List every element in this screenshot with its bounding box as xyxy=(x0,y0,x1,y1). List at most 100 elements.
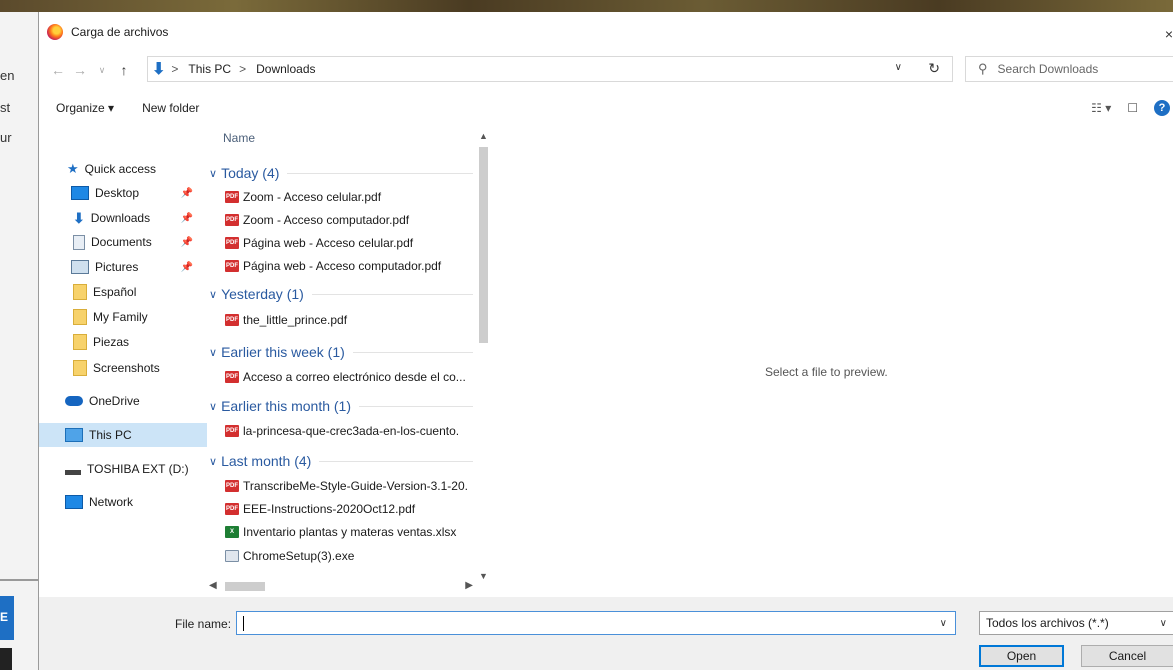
breadcrumb-downloads[interactable]: Downloads xyxy=(256,62,315,76)
up-arrow-icon[interactable]: ↑ xyxy=(113,62,135,78)
nav-item-downloads[interactable]: ⬇ Downloads 📌 xyxy=(39,206,207,230)
file-name: Zoom - Acceso computador.pdf xyxy=(243,213,410,227)
documents-icon xyxy=(73,234,85,250)
chevron-down-icon[interactable]: ∨ xyxy=(895,62,902,73)
nav-item-my-family[interactable]: My Family xyxy=(39,305,207,329)
scroll-right-icon[interactable]: ▶ xyxy=(465,580,473,591)
help-icon[interactable]: ? xyxy=(1154,100,1170,116)
group-header-last-month[interactable]: ∨ Last month (4) xyxy=(209,449,473,473)
list-item[interactable]: PDF Página web - Acceso celular.pdf xyxy=(225,232,475,254)
chevron-down-icon: ∨ xyxy=(209,455,218,468)
address-row: ← → ∨ ↑ ⬇ > This PC > Downloads ∨ ↻ ⚲ Se… xyxy=(39,56,1173,84)
list-item[interactable]: ChromeSetup(3).exe xyxy=(225,545,475,567)
list-item[interactable]: PDF TranscribeMe-Style-Guide-Version-3.1-… xyxy=(225,475,475,497)
toolbar: Organize ▾ New folder ☷ ▾ ☐ ? xyxy=(39,94,1173,122)
nav-item-screenshots[interactable]: Screenshots xyxy=(39,356,207,380)
list-item[interactable]: PDF Acceso a correo electrónico desde el … xyxy=(225,366,475,388)
nav-item-label: Screenshots xyxy=(93,361,160,375)
bottom-bar: File name: ∨ Todos los archivos (*.*) ∨ … xyxy=(39,597,1173,670)
address-bar[interactable]: ⬇ > This PC > Downloads ∨ ↻ xyxy=(147,56,953,82)
nav-item-label: TOSHIBA EXT (D:) xyxy=(87,462,189,476)
list-item[interactable]: PDF Zoom - Acceso computador.pdf xyxy=(225,209,475,231)
text-caret xyxy=(243,616,244,631)
nav-item-documents[interactable]: Documents 📌 xyxy=(39,230,207,254)
chevron-down-icon: ∨ xyxy=(209,346,218,359)
back-arrow-icon[interactable]: ← xyxy=(47,62,69,78)
downloads-icon: ⬇ xyxy=(152,61,166,78)
recent-chevron-icon[interactable]: ∨ xyxy=(91,65,113,76)
pin-icon[interactable]: 📌 xyxy=(181,213,193,224)
scroll-thumb[interactable] xyxy=(225,582,265,591)
nav-item-toshiba-drive[interactable]: TOSHIBA EXT (D:) xyxy=(39,457,207,481)
file-name: Inventario plantas y materas ventas.xlsx xyxy=(243,525,457,539)
file-type-select[interactable]: Todos los archivos (*.*) ∨ xyxy=(979,611,1173,635)
refresh-icon[interactable]: ↻ xyxy=(928,60,940,77)
pdf-icon: PDF xyxy=(225,260,239,272)
pin-icon[interactable]: 📌 xyxy=(181,188,193,199)
nav-item-onedrive[interactable]: OneDrive xyxy=(39,389,207,413)
pin-icon[interactable]: 📌 xyxy=(181,262,193,273)
list-item[interactable]: X Inventario plantas y materas ventas.xls… xyxy=(225,521,475,543)
group-header-earlier-this-month[interactable]: ∨ Earlier this month (1) xyxy=(209,394,473,418)
list-item[interactable]: PDF la-princesa-que-crec3ada-en-los-cuent… xyxy=(225,420,475,442)
open-button-label: Open xyxy=(1006,649,1037,663)
pdf-icon: PDF xyxy=(225,214,239,226)
breadcrumb-separator: > xyxy=(171,62,179,76)
folder-icon xyxy=(73,334,87,350)
scroll-left-icon[interactable]: ◀ xyxy=(209,580,217,591)
close-icon[interactable]: × xyxy=(1165,26,1173,42)
installer-icon xyxy=(225,550,239,562)
nav-item-label: Documents xyxy=(91,235,152,249)
horizontal-scrollbar[interactable]: ◀ ▶ xyxy=(207,578,475,595)
view-controls: ☷ ▾ ☐ ? xyxy=(1091,100,1170,116)
search-input[interactable]: ⚲ Search Downloads xyxy=(965,56,1173,82)
nav-item-desktop[interactable]: Desktop 📌 xyxy=(39,181,207,205)
list-item[interactable]: PDF Zoom - Acceso celular.pdf xyxy=(225,186,475,208)
folder-icon xyxy=(73,284,87,300)
pdf-icon: PDF xyxy=(225,314,239,326)
nav-item-label: Desktop xyxy=(95,186,140,200)
group-header-today[interactable]: ∨ Today (4) xyxy=(209,161,473,185)
group-name: Earlier this week (1) xyxy=(221,344,345,360)
nav-item-label: Network xyxy=(89,495,134,509)
pdf-icon: PDF xyxy=(225,425,239,437)
group-header-earlier-this-week[interactable]: ∨ Earlier this week (1) xyxy=(209,340,473,364)
preview-pane-icon[interactable]: ☐ xyxy=(1127,101,1138,115)
open-button[interactable]: Open xyxy=(979,645,1064,667)
nav-item-quick-access[interactable]: ★ Quick access xyxy=(39,157,207,181)
computer-icon xyxy=(65,428,83,442)
list-item[interactable]: PDF Página web - Acceso computador.pdf xyxy=(225,255,475,277)
file-name-input[interactable]: ∨ xyxy=(236,611,956,635)
file-list: Name ∨ Today (4) PDF Zoom - Acceso celula… xyxy=(207,129,479,597)
new-folder-button[interactable]: New folder xyxy=(142,101,199,115)
scroll-thumb[interactable] xyxy=(479,147,488,343)
desktop-icon xyxy=(71,186,89,200)
vertical-scrollbar[interactable]: ▲ ▼ xyxy=(475,129,492,581)
cancel-button[interactable]: Cancel xyxy=(1081,645,1173,667)
firefox-icon xyxy=(47,24,63,40)
group-divider xyxy=(352,351,473,353)
breadcrumb-this-pc[interactable]: This PC xyxy=(188,62,231,76)
list-item[interactable]: PDF EEE-Instructions-2020Oct12.pdf xyxy=(225,498,475,520)
chevron-down-icon[interactable]: ∨ xyxy=(940,618,947,629)
view-options-icon[interactable]: ☷ ▾ xyxy=(1091,101,1111,115)
nav-item-espanol[interactable]: Español xyxy=(39,280,207,304)
background-text: en xyxy=(0,68,15,83)
nav-item-network[interactable]: Network xyxy=(39,490,207,514)
forward-arrow-icon[interactable]: → xyxy=(69,62,91,78)
organize-button[interactable]: Organize ▾ xyxy=(56,101,114,115)
file-name: ChromeSetup(3).exe xyxy=(243,549,355,563)
nav-item-label: My Family xyxy=(93,310,148,324)
nav-item-piezas[interactable]: Piezas xyxy=(39,330,207,354)
folder-icon xyxy=(73,309,87,325)
nav-item-pictures[interactable]: Pictures 📌 xyxy=(39,255,207,279)
list-item[interactable]: PDF the_little_prince.pdf xyxy=(225,309,475,331)
nav-item-this-pc[interactable]: This PC xyxy=(39,423,207,447)
scroll-down-icon[interactable]: ▼ xyxy=(479,571,488,581)
folder-icon xyxy=(73,360,87,376)
scroll-up-icon[interactable]: ▲ xyxy=(479,131,488,141)
column-header-name[interactable]: Name xyxy=(223,131,255,145)
pin-icon[interactable]: 📌 xyxy=(181,237,193,248)
excel-icon: X xyxy=(225,526,239,538)
group-header-yesterday[interactable]: ∨ Yesterday (1) xyxy=(209,282,473,306)
